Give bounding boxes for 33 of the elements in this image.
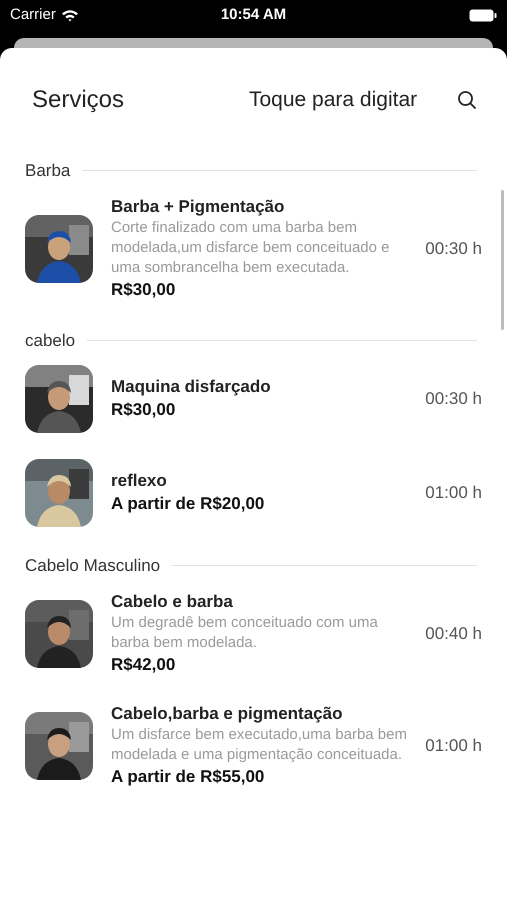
service-row[interactable]: Cabelo,barba e pigmentação Um disfarce bem executado,uma barba bem modelada e uma pigmentação conceituada. A partir de R$55,00 01:00 h: [0, 702, 507, 788]
service-row[interactable]: Maquina disfarçado R$30,00 00:30 h: [0, 365, 507, 433]
section-title: Cabelo Masculino: [25, 555, 160, 577]
service-price: R$42,00: [111, 654, 176, 676]
wifi-icon: [60, 8, 79, 22]
service-row[interactable]: reflexo A partir de R$20,00 01:00 h: [0, 459, 507, 527]
service-name: Cabelo,barba e pigmentação: [111, 702, 344, 724]
service-description: Corte finalizado com uma barba bem modelada,um disfarce bem conceituado e uma sombrancelha bem executada.: [111, 218, 390, 278]
service-price: A partir de R$20,00: [111, 493, 266, 515]
service-description: Um disfarce bem executado,uma barba bem modelada e uma pigmentação conceituada.: [111, 724, 408, 764]
search-field[interactable]: Toque para digitar: [249, 84, 445, 116]
service-price: A partir de R$55,00: [111, 766, 266, 788]
service-duration: 01:00 h: [425, 482, 482, 504]
service-name: Cabelo e barba: [111, 590, 234, 612]
service-price: R$30,00: [111, 278, 176, 300]
service-price: R$30,00: [111, 399, 176, 421]
service-duration: 00:30 h: [425, 388, 482, 410]
service-name: Barba + Pigmentação: [111, 196, 286, 218]
section-title: cabelo: [25, 330, 76, 352]
service-row[interactable]: Cabelo e barba Um degradê bem conceituado com uma barba bem modelada. R$42,00 00:40 h: [0, 590, 507, 676]
status-time: 10:54 AM: [220, 4, 286, 25]
service-name: Maquina disfarçado: [111, 376, 272, 398]
battery-icon: [469, 8, 497, 22]
service-name: reflexo: [111, 470, 168, 492]
section-title: Barba: [25, 160, 70, 182]
carrier-label: Carrier: [10, 4, 56, 25]
service-duration: 00:30 h: [425, 238, 482, 260]
sheet-title: Serviços: [32, 85, 126, 115]
service-row[interactable]: Barba + Pigmentação Corte finalizado com uma barba bem modelada,um disfarce bem conceituado e uma sombrancelha bem executada. R$30,00 00:30 h: [0, 196, 507, 302]
service-description: Um degradê bem conceituado com uma barba bem modelada.: [111, 612, 379, 652]
search-icon[interactable]: [457, 90, 477, 110]
service-duration: 00:40 h: [425, 622, 482, 645]
service-duration: 01:00 h: [425, 734, 482, 757]
